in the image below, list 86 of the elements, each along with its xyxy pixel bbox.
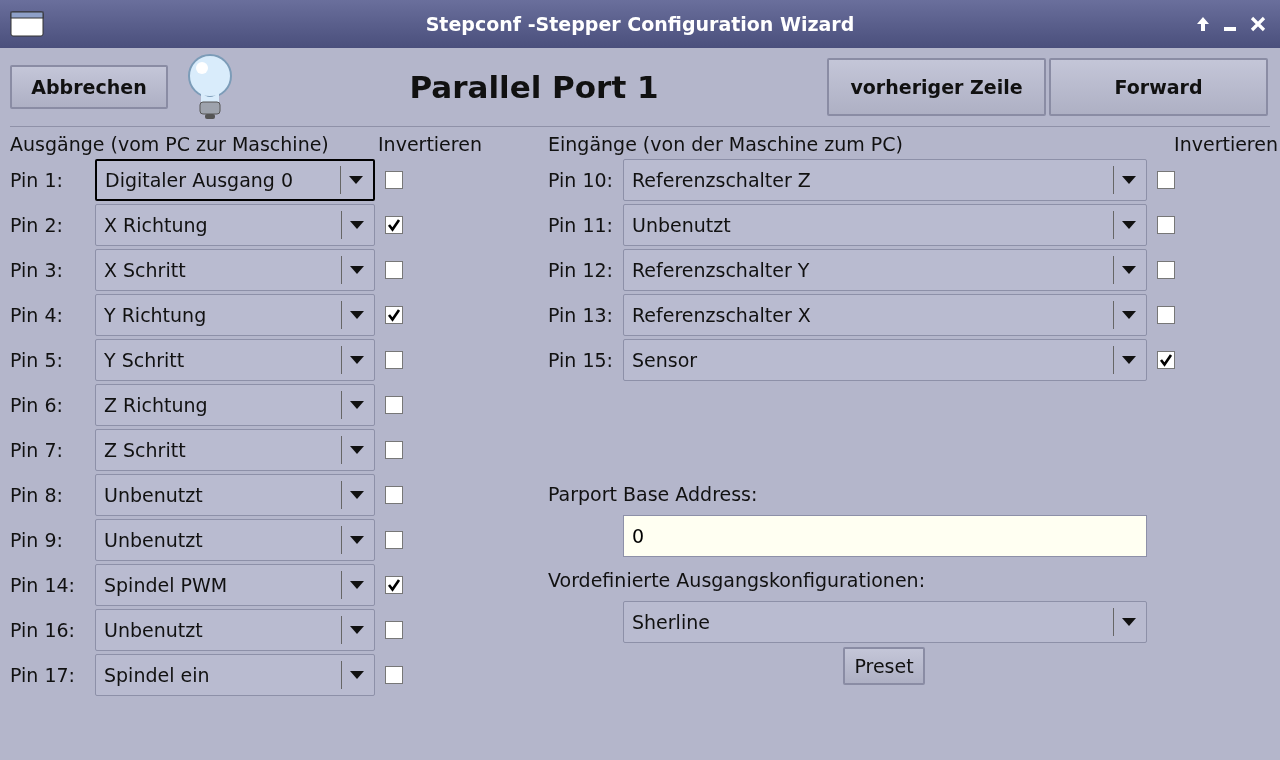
pin-dropdown[interactable]: Sensor — [623, 339, 1147, 381]
forward-button[interactable]: Forward — [1049, 58, 1268, 116]
pin-dropdown[interactable]: Digitaler Ausgang 0 — [95, 159, 375, 201]
back-button[interactable]: vorheriger Zeile — [827, 58, 1046, 116]
dropdown-arrow-icon — [350, 311, 364, 319]
pin-label: Pin 12: — [548, 259, 614, 281]
invert-checkbox[interactable] — [385, 306, 403, 324]
dropdown-arrow-icon — [349, 176, 363, 184]
window-icon — [10, 11, 44, 37]
invert-checkbox[interactable] — [385, 351, 403, 369]
invert-checkbox[interactable] — [1157, 351, 1175, 369]
dropdown-arrow-icon — [1122, 618, 1136, 626]
pin-dropdown[interactable]: Unbenutzt — [95, 519, 375, 561]
dropdown-arrow-icon — [350, 536, 364, 544]
section-heading: Ausgänge (vom PC zur Maschine) — [10, 133, 330, 155]
field-label: Parport Base Address: — [548, 483, 759, 505]
dropdown-arrow-icon — [1122, 176, 1136, 184]
pin-dropdown[interactable]: X Richtung — [95, 204, 375, 246]
dropdown-arrow-icon — [1122, 221, 1136, 229]
column-heading: Invertieren — [1174, 133, 1278, 155]
dropdown-arrow-icon — [350, 581, 364, 589]
invert-checkbox[interactable] — [385, 216, 403, 234]
dropdown-arrow-icon — [350, 401, 364, 409]
dropdown-arrow-icon — [350, 266, 364, 274]
pin-label: Pin 11: — [548, 214, 614, 236]
pin-dropdown[interactable]: Y Richtung — [95, 294, 375, 336]
pin-label: Pin 17: — [10, 664, 76, 686]
dropdown-arrow-icon — [350, 626, 364, 634]
invert-checkbox[interactable] — [1157, 306, 1175, 324]
pin-label: Pin 9: — [10, 529, 64, 551]
invert-checkbox[interactable] — [385, 576, 403, 594]
invert-checkbox[interactable] — [385, 171, 403, 189]
preset-dropdown[interactable]: Sherline — [623, 601, 1147, 643]
dropdown-arrow-icon — [350, 671, 364, 679]
pin-dropdown[interactable]: X Schritt — [95, 249, 375, 291]
pin-label: Pin 3: — [10, 259, 64, 281]
pin-dropdown[interactable]: Referenzschalter X — [623, 294, 1147, 336]
invert-checkbox[interactable] — [385, 666, 403, 684]
pin-label: Pin 5: — [10, 349, 64, 371]
invert-checkbox[interactable] — [1157, 216, 1175, 234]
pin-label: Pin 6: — [10, 394, 64, 416]
pin-label: Pin 14: — [10, 574, 76, 596]
window-title: Stepconf -Stepper Configuration Wizard — [424, 13, 856, 35]
pin-label: Pin 15: — [548, 349, 614, 371]
section-heading: Eingänge (von der Maschine zum PC) — [548, 133, 903, 155]
dropdown-arrow-icon — [350, 221, 364, 229]
dropdown-arrow-icon — [350, 356, 364, 364]
invert-checkbox[interactable] — [385, 261, 403, 279]
pin-label: Pin 16: — [10, 619, 76, 641]
pin-label: Pin 2: — [10, 214, 64, 236]
invert-checkbox[interactable] — [385, 486, 403, 504]
column-heading: Invertieren — [378, 133, 482, 155]
dropdown-arrow-icon — [350, 491, 364, 499]
pin-label: Pin 7: — [10, 439, 64, 461]
pin-dropdown[interactable]: Unbenutzt — [623, 204, 1147, 246]
pin-dropdown[interactable]: Unbenutzt — [95, 474, 375, 516]
invert-checkbox[interactable] — [1157, 171, 1175, 189]
close-icon[interactable] — [1250, 16, 1266, 32]
pin-dropdown[interactable]: Z Schritt — [95, 429, 375, 471]
preset-button[interactable]: Preset — [843, 647, 925, 685]
invert-checkbox[interactable] — [385, 396, 403, 414]
maximize-icon[interactable] — [1196, 16, 1210, 32]
pin-label: Pin 8: — [10, 484, 64, 506]
invert-checkbox[interactable] — [1157, 261, 1175, 279]
pin-dropdown[interactable]: Unbenutzt — [95, 609, 375, 651]
pin-dropdown[interactable]: Spindel PWM — [95, 564, 375, 606]
page-heading: Parallel Port 1 — [408, 69, 660, 105]
pin-label: Pin 10: — [548, 169, 614, 191]
dropdown-arrow-icon — [1122, 266, 1136, 274]
pin-dropdown[interactable]: Referenzschalter Z — [623, 159, 1147, 201]
dropdown-arrow-icon — [350, 446, 364, 454]
pin-dropdown[interactable]: Spindel ein — [95, 654, 375, 696]
pin-dropdown[interactable]: Z Richtung — [95, 384, 375, 426]
dropdown-arrow-icon — [1122, 311, 1136, 319]
invert-checkbox[interactable] — [385, 621, 403, 639]
pin-label: Pin 13: — [548, 304, 614, 326]
cancel-button[interactable]: Abbrechen — [10, 65, 168, 109]
invert-checkbox[interactable] — [385, 441, 403, 459]
pin-dropdown[interactable]: Referenzschalter Y — [623, 249, 1147, 291]
pin-label: Pin 1: — [10, 169, 64, 191]
pin-label: Pin 4: — [10, 304, 64, 326]
pin-dropdown[interactable]: Y Schritt — [95, 339, 375, 381]
field-label: Vordefinierte Ausgangskonfigurationen: — [548, 569, 927, 591]
invert-checkbox[interactable] — [385, 531, 403, 549]
address-field[interactable]: 0 — [623, 515, 1147, 557]
dropdown-arrow-icon — [1122, 356, 1136, 364]
